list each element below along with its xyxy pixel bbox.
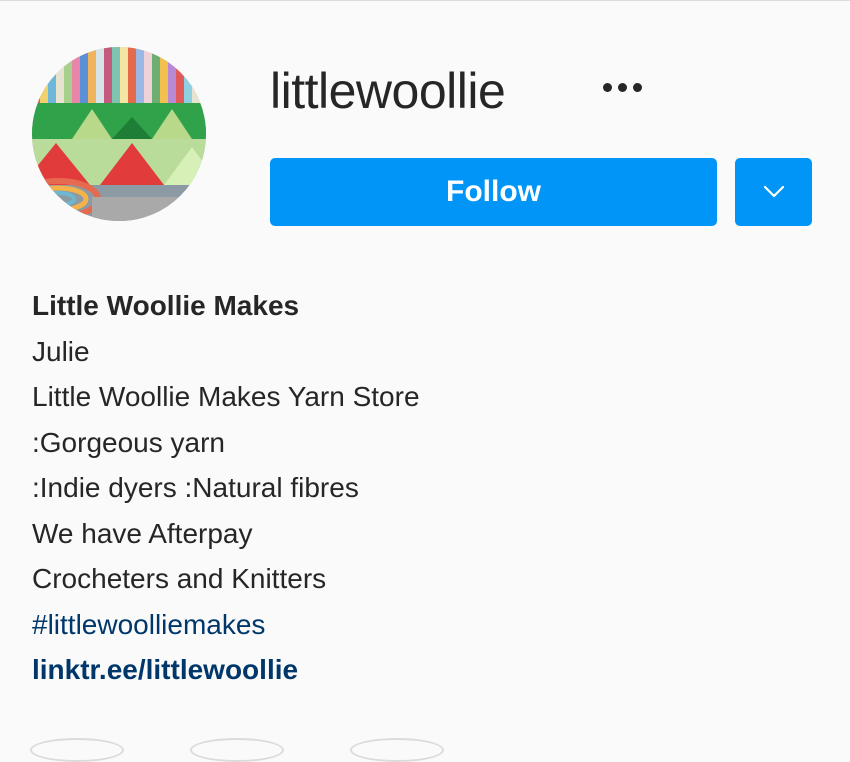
avatar-image (32, 47, 206, 221)
bio-line: Little Woollie Makes Yarn Store (32, 381, 420, 412)
story-highlight[interactable] (190, 738, 284, 762)
bio-line: Julie (32, 335, 90, 367)
more-horizontal-icon (600, 82, 645, 92)
follow-button[interactable]: Follow (270, 158, 717, 226)
profile-avatar[interactable] (32, 47, 206, 221)
profile-username: littlewoollie (270, 63, 506, 119)
bio-line: We have Afterpay (32, 517, 253, 549)
bio-website-link[interactable]: linktr.ee/littlewoollie (32, 647, 812, 693)
suggested-accounts-button[interactable] (735, 158, 812, 226)
more-options-button[interactable] (594, 70, 650, 104)
top-divider (0, 0, 850, 1)
bio-hashtag-link[interactable]: #littlewoolliemakes (32, 602, 812, 648)
bio-full-name: Little Woollie Makes (32, 290, 300, 321)
bio-line: :Gorgeous yarn (32, 426, 225, 458)
story-highlight[interactable] (350, 738, 444, 762)
bio-line: Crocheters and Knitters (32, 563, 327, 594)
profile-bio: Little Woollie Makes Julie Little Woolli… (32, 283, 812, 693)
chevron-down-icon (763, 185, 784, 198)
story-highlight[interactable] (30, 738, 124, 762)
bio-line: :Indie dyers :Natural fibres (32, 472, 359, 503)
